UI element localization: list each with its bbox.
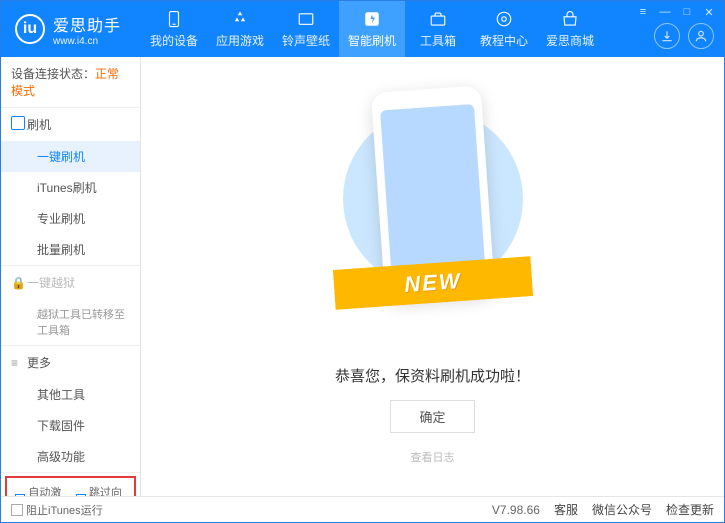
- checkbox-icon: [11, 504, 23, 516]
- new-ribbon: NEW: [332, 256, 532, 310]
- more-icon: ≡: [11, 356, 21, 370]
- conn-label: 设备连接状态：: [11, 67, 95, 81]
- minimize-button[interactable]: —: [656, 5, 674, 19]
- tab-apps-games[interactable]: 应用游戏: [207, 1, 273, 57]
- wallpaper-icon: [296, 9, 316, 29]
- nav-title: 刷机: [27, 116, 51, 133]
- main-content: NEW 恭喜您，保资料刷机成功啦！ 确定 查看日志: [141, 57, 724, 496]
- brand-name: 爱思助手: [53, 12, 121, 36]
- body: 设备连接状态：正常模式 刷机 一键刷机 iTunes刷机 专业刷机 批量刷机 🔒…: [1, 57, 724, 496]
- checkbox-skip-guide[interactable]: ✓跳过向导: [76, 484, 127, 496]
- support-link[interactable]: 客服: [554, 501, 578, 518]
- connection-status: 设备连接状态：正常模式: [1, 57, 140, 108]
- tab-toolbox[interactable]: 工具箱: [405, 1, 471, 57]
- toolbox-icon: [428, 9, 448, 29]
- statusbar-right: V7.98.66 客服 微信公众号 检查更新: [492, 501, 714, 518]
- titlebar: iu 爱思助手 www.i4.cn 我的设备 应用游戏 铃声壁纸 智能刷机 工具…: [1, 1, 724, 57]
- main-tabs: 我的设备 应用游戏 铃声壁纸 智能刷机 工具箱 教程中心 爱思商城: [141, 1, 603, 57]
- nav-header-flash[interactable]: 刷机: [1, 108, 140, 141]
- window-controls: ≡ — □ ✕: [634, 5, 718, 19]
- download-button[interactable]: [654, 23, 680, 49]
- tab-label: 教程中心: [480, 32, 528, 49]
- tab-label: 我的设备: [150, 32, 198, 49]
- apps-icon: [230, 9, 250, 29]
- nav-title: 更多: [27, 354, 51, 371]
- close-button[interactable]: ✕: [700, 5, 718, 19]
- statusbar-left: 阻止iTunes运行: [11, 502, 103, 518]
- nav-item-batch-flash[interactable]: 批量刷机: [1, 234, 140, 265]
- book-icon: [494, 9, 514, 29]
- user-button[interactable]: [688, 23, 714, 49]
- nav-note-jailbreak: 越狱工具已转移至 工具箱: [1, 299, 140, 345]
- flash-icon: [362, 9, 382, 29]
- cb-label: 自动激活: [28, 484, 65, 496]
- tab-ringtones[interactable]: 铃声壁纸: [273, 1, 339, 57]
- cb-label: 跳过向导: [89, 484, 126, 496]
- maximize-button[interactable]: □: [678, 5, 696, 19]
- phone-icon: [164, 9, 184, 29]
- nav-item-other-tools[interactable]: 其他工具: [1, 379, 140, 410]
- phone-small-icon: [11, 116, 21, 133]
- nav-group-more: ≡ 更多 其他工具 下载固件 高级功能: [1, 346, 140, 473]
- success-message: 恭喜您，保资料刷机成功啦！: [335, 365, 530, 386]
- store-icon: [560, 9, 580, 29]
- tab-tutorials[interactable]: 教程中心: [471, 1, 537, 57]
- wechat-link[interactable]: 微信公众号: [592, 501, 652, 518]
- tab-label: 铃声壁纸: [282, 32, 330, 49]
- cb-label: 阻止iTunes运行: [26, 502, 103, 518]
- nav-header-more[interactable]: ≡ 更多: [1, 346, 140, 379]
- logo-icon: iu: [15, 14, 45, 44]
- checkbox-block-itunes[interactable]: 阻止iTunes运行: [11, 502, 103, 518]
- brand-url: www.i4.cn: [53, 36, 121, 47]
- checkbox-highlight-box: ✓自动激活 ✓跳过向导: [5, 476, 136, 496]
- tab-store[interactable]: 爱思商城: [537, 1, 603, 57]
- tab-label: 应用游戏: [216, 32, 264, 49]
- nav-item-pro-flash[interactable]: 专业刷机: [1, 203, 140, 234]
- menu-icon[interactable]: ≡: [634, 5, 652, 19]
- tab-label: 爱思商城: [546, 32, 594, 49]
- nav-title: 一键越狱: [27, 274, 75, 291]
- nav-item-advanced[interactable]: 高级功能: [1, 441, 140, 472]
- tab-label: 智能刷机: [348, 32, 396, 49]
- sidebar: 设备连接状态：正常模式 刷机 一键刷机 iTunes刷机 专业刷机 批量刷机 🔒…: [1, 57, 141, 496]
- tab-label: 工具箱: [420, 32, 456, 49]
- nav-item-oneclick-flash[interactable]: 一键刷机: [1, 141, 140, 172]
- nav-group-flash: 刷机 一键刷机 iTunes刷机 专业刷机 批量刷机: [1, 108, 140, 266]
- nav-item-itunes-flash[interactable]: iTunes刷机: [1, 172, 140, 203]
- note-line: 工具箱: [37, 322, 130, 338]
- lock-icon: 🔒: [11, 276, 21, 290]
- note-line: 越狱工具已转移至: [37, 306, 130, 322]
- confirm-button[interactable]: 确定: [390, 400, 474, 433]
- nav-item-download-fw[interactable]: 下载固件: [1, 410, 140, 441]
- logo-area: iu 爱思助手 www.i4.cn: [1, 12, 141, 47]
- nav-header-jailbreak[interactable]: 🔒 一键越狱: [1, 266, 140, 299]
- tab-my-device[interactable]: 我的设备: [141, 1, 207, 57]
- tab-smart-flash[interactable]: 智能刷机: [339, 1, 405, 57]
- header-actions: [654, 23, 714, 49]
- checkbox-auto-activate[interactable]: ✓自动激活: [15, 484, 66, 496]
- app-window: iu 爱思助手 www.i4.cn 我的设备 应用游戏 铃声壁纸 智能刷机 工具…: [0, 0, 725, 523]
- version-label: V7.98.66: [492, 503, 540, 517]
- check-update-link[interactable]: 检查更新: [666, 501, 714, 518]
- statusbar: 阻止iTunes运行 V7.98.66 客服 微信公众号 检查更新: [1, 496, 724, 522]
- nav-group-jailbreak: 🔒 一键越狱 越狱工具已转移至 工具箱: [1, 266, 140, 346]
- phone-illustration: NEW: [348, 89, 518, 349]
- view-log-link[interactable]: 查看日志: [411, 449, 455, 465]
